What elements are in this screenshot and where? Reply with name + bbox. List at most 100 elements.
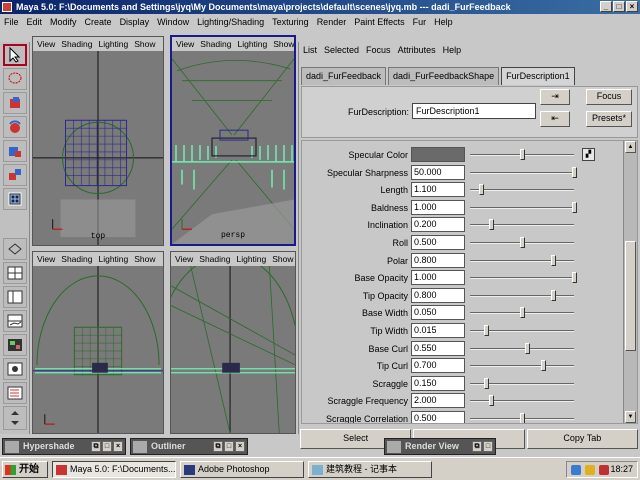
four-view-layout-icon[interactable] (3, 262, 27, 284)
menu-fur[interactable]: Fur (413, 17, 427, 27)
close-icon[interactable]: × (113, 441, 123, 452)
vp-menu-shading[interactable]: Shading (200, 39, 231, 49)
viewport-canvas[interactable]: persp (172, 51, 294, 244)
slider-handle[interactable] (520, 149, 525, 160)
slider-handle[interactable] (520, 237, 525, 248)
attribute-list[interactable]: Specular Color ▞ Specular Sharpness 50.000 L… (301, 140, 638, 424)
select-tool-icon[interactable] (3, 44, 27, 66)
lasso-tool-icon[interactable] (3, 68, 27, 90)
manipulator-tool-icon[interactable] (3, 164, 27, 186)
vp-menu-lighting[interactable]: Lighting (98, 254, 128, 264)
slider-handle[interactable] (483, 325, 489, 336)
rotate-tool-icon[interactable] (3, 116, 27, 138)
menu-window[interactable]: Window (157, 17, 189, 27)
presets-button[interactable]: Presets* (586, 111, 632, 127)
attribute-value-field[interactable]: 1.000 (411, 270, 465, 286)
close-button[interactable]: × (626, 1, 638, 12)
attribute-slider[interactable] (470, 395, 574, 407)
tab-dadi-furfeedbackshape[interactable]: dadi_FurFeedbackShape (388, 67, 500, 85)
vp-menu-show[interactable]: Show (272, 254, 293, 264)
window-title-bar[interactable]: Maya 5.0: F:\Documents and Settings\jyq\… (0, 0, 640, 14)
attribute-value-field[interactable]: 0.800 (411, 287, 465, 303)
ae-menu-focus[interactable]: Focus (366, 45, 391, 55)
viewport-canvas[interactable] (33, 266, 163, 433)
attribute-value-field[interactable]: 0.500 (411, 235, 465, 250)
single-perspective-layout-icon[interactable] (3, 238, 27, 260)
ae-menu-list[interactable]: List (303, 45, 317, 55)
volume-tray-icon[interactable] (585, 465, 595, 475)
close-icon[interactable]: × (235, 441, 245, 452)
restore-icon[interactable]: ⧉ (472, 441, 482, 452)
attribute-slider[interactable] (470, 201, 577, 213)
restore-icon[interactable]: ⧉ (213, 441, 223, 452)
ae-menu-attributes[interactable]: Attributes (398, 45, 436, 55)
viewport-canvas[interactable] (171, 266, 295, 433)
maximize-icon[interactable]: □ (102, 441, 112, 452)
task-maya[interactable]: Maya 5.0: F:\Documents... (52, 461, 176, 478)
menu-texturing[interactable]: Texturing (272, 17, 309, 27)
outliner-panel[interactable]: Outliner ⧉ □ × (130, 438, 248, 455)
start-button[interactable]: 开始 (2, 461, 48, 478)
menu-display[interactable]: Display (120, 17, 150, 27)
outliner-layout-icon[interactable] (3, 382, 27, 404)
attribute-value-field[interactable]: 0.050 (411, 305, 465, 321)
vp-menu-lighting[interactable]: Lighting (237, 39, 267, 49)
ae-menu-help[interactable]: Help (443, 45, 462, 55)
vp-menu-lighting[interactable]: Lighting (98, 39, 128, 49)
slider-handle[interactable] (520, 307, 525, 319)
menu-lighting-shading[interactable]: Lighting/Shading (197, 17, 264, 27)
slider-handle[interactable] (551, 254, 557, 266)
output-connection-icon[interactable]: ⇤ (540, 111, 570, 127)
attribute-scrollbar[interactable]: ▲ ▼ (623, 141, 637, 423)
attribute-slider[interactable] (470, 166, 577, 178)
slider-handle[interactable] (479, 184, 485, 196)
attribute-value-field[interactable]: 2.000 (411, 393, 465, 409)
task-notepad[interactable]: 建筑教程 - 记事本 (308, 461, 432, 478)
scrollbar-thumb[interactable] (625, 241, 636, 351)
vp-menu-lighting[interactable]: Lighting (236, 254, 266, 264)
restore-icon[interactable]: ⧉ (91, 441, 101, 452)
slider-handle[interactable] (572, 166, 577, 178)
security-tray-icon[interactable] (599, 465, 609, 475)
attribute-value-field[interactable]: 0.015 (411, 323, 465, 338)
ae-menu-selected[interactable]: Selected (324, 45, 359, 55)
color-swatch[interactable] (411, 147, 465, 162)
slider-handle[interactable] (520, 413, 525, 423)
menu-modify[interactable]: Modify (50, 17, 77, 27)
slider-handle[interactable] (572, 272, 577, 284)
attribute-value-field[interactable]: 0.500 (411, 411, 465, 423)
menu-create[interactable]: Create (85, 17, 112, 27)
viewport-persp[interactable]: View Shading Lighting Show persp (170, 35, 296, 246)
slider-handle[interactable] (483, 377, 489, 389)
tab-dadi-furfeedback[interactable]: dadi_FurFeedback (301, 67, 387, 85)
attribute-value-field[interactable]: 0.800 (411, 252, 465, 268)
input-connection-icon[interactable]: ⇥ (540, 89, 570, 105)
attribute-value-field[interactable]: 50.000 (411, 164, 465, 180)
vp-menu-show[interactable]: Show (134, 39, 155, 49)
attribute-slider[interactable] (470, 325, 574, 336)
attribute-value-field[interactable]: 0.200 (411, 217, 465, 233)
attribute-slider[interactable] (470, 254, 574, 266)
minimize-button[interactable]: _ (600, 1, 612, 12)
network-tray-icon[interactable] (571, 465, 581, 475)
viewport-side[interactable]: View Shading Lighting Show (170, 251, 296, 434)
slider-handle[interactable] (540, 360, 546, 372)
attribute-value-field[interactable]: 1.100 (411, 182, 465, 198)
slider-handle[interactable] (572, 201, 577, 213)
vp-menu-view[interactable]: View (176, 39, 194, 49)
slider-handle[interactable] (525, 342, 531, 354)
vp-menu-view[interactable]: View (37, 39, 55, 49)
furdescription-name-field[interactable] (412, 103, 536, 119)
attribute-slider[interactable] (470, 272, 577, 284)
persp-outliner-layout-icon[interactable] (3, 286, 27, 308)
viewport-top[interactable]: View Shading Lighting Show top (32, 36, 164, 246)
attribute-value-field[interactable]: 1.000 (411, 199, 465, 215)
vp-menu-view[interactable]: View (175, 254, 193, 264)
maximize-button[interactable]: □ (613, 1, 625, 12)
slider-handle[interactable] (551, 289, 557, 301)
map-texture-icon[interactable]: ▞ (582, 148, 595, 161)
vp-menu-shading[interactable]: Shading (61, 39, 92, 49)
scroll-up-icon[interactable]: ▲ (625, 141, 636, 153)
attribute-value-field[interactable]: 0.150 (411, 375, 465, 391)
attribute-slider[interactable] (470, 237, 574, 248)
